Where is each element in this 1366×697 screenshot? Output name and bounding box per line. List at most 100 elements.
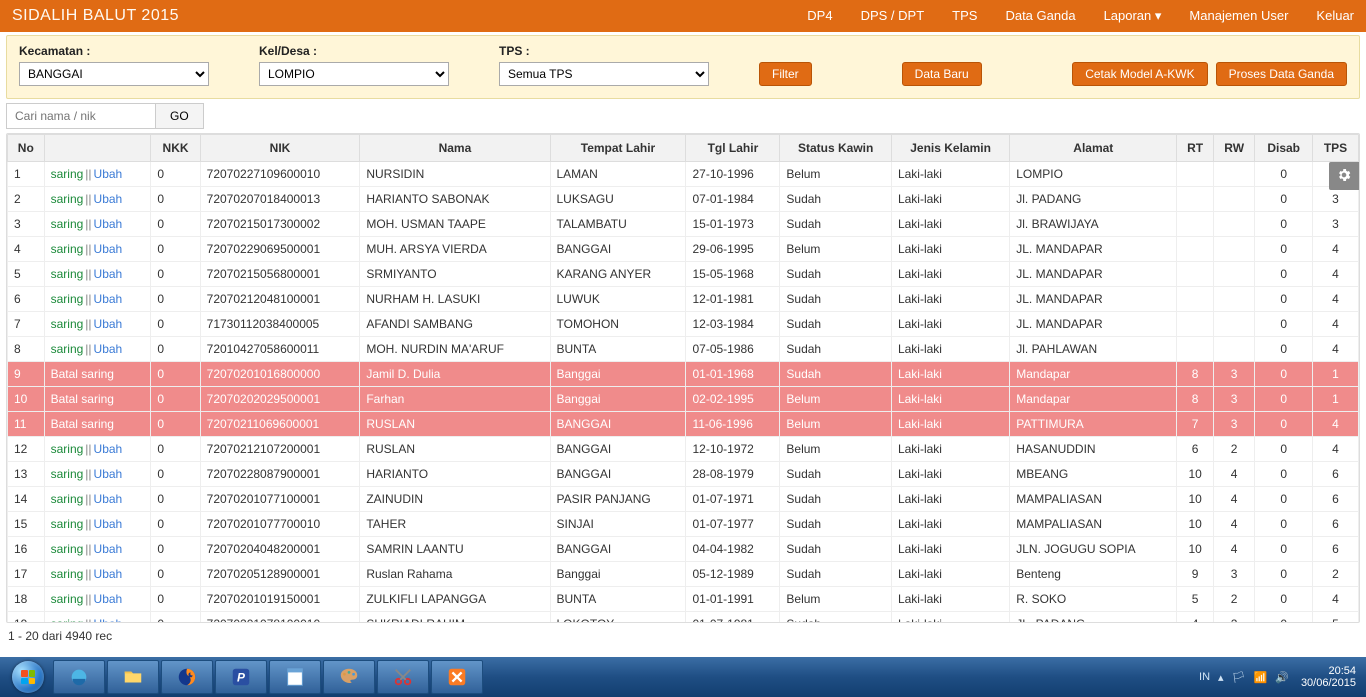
taskbar-paint[interactable] [323,660,375,694]
cell-rw [1213,187,1254,212]
taskbar-firefox[interactable] [161,660,213,694]
start-button[interactable] [4,657,52,697]
speaker-icon[interactable]: 🔊 [1275,671,1289,684]
ubah-link[interactable]: Ubah [94,592,123,606]
network-icon[interactable]: 📶 [1254,671,1268,684]
nav-laporan[interactable]: Laporan ▾ [1104,8,1162,24]
cell-nik: 72070201077100001 [200,487,360,512]
saring-link[interactable]: saring [51,592,84,606]
saring-link[interactable]: saring [51,217,84,231]
batal-saring-link[interactable]: Batal saring [51,417,114,431]
batal-saring-link[interactable]: Batal saring [51,392,114,406]
cell-disab: 0 [1255,262,1313,287]
filter-button[interactable]: Filter [759,62,812,86]
search-go-button[interactable]: GO [155,103,204,129]
saring-link[interactable]: saring [51,442,84,456]
ubah-link[interactable]: Ubah [94,217,123,231]
ubah-link[interactable]: Ubah [94,342,123,356]
saring-link[interactable]: saring [51,292,84,306]
col-header: NIK [200,135,360,162]
saring-link[interactable]: saring [51,317,84,331]
flag-icon[interactable]: 🏳 [1232,671,1246,684]
tray-up-icon[interactable]: ▴ [1218,671,1224,684]
ubah-link[interactable]: Ubah [94,467,123,481]
table-row: 6saring||Ubah072070212048100001NURHAM H.… [8,287,1359,312]
nav-manajemen-user[interactable]: Manajemen User [1189,8,1288,24]
batal-saring-link[interactable]: Batal saring [51,367,114,381]
cell-rt: 9 [1177,562,1214,587]
clock-time: 20:54 [1301,665,1356,677]
search-input[interactable] [6,103,156,129]
ubah-link[interactable]: Ubah [94,167,123,181]
ubah-link[interactable]: Ubah [94,567,123,581]
saring-link[interactable]: saring [51,242,84,256]
table-row: 15saring||Ubah072070201077700010TAHERSIN… [8,512,1359,537]
cell-rw [1213,262,1254,287]
cell-actions: saring||Ubah [44,337,151,362]
tray-icons[interactable]: IN ▴ 🏳 📶 🔊 [1199,671,1289,684]
ubah-link[interactable]: Ubah [94,442,123,456]
ubah-link[interactable]: Ubah [94,192,123,206]
nav-dps-dpt[interactable]: DPS / DPT [861,8,925,24]
cell-alamat: JL. PADANG [1010,612,1177,624]
data-baru-button[interactable]: Data Baru [902,62,982,86]
cell-no: 17 [8,562,45,587]
ubah-link[interactable]: Ubah [94,492,123,506]
lang-indicator[interactable]: IN [1199,671,1210,683]
ubah-link[interactable]: Ubah [94,292,123,306]
kecamatan-select[interactable]: BANGGAI [19,62,209,86]
saring-link[interactable]: saring [51,492,84,506]
nav-keluar[interactable]: Keluar [1316,8,1354,24]
tps-select[interactable]: Semua TPS [499,62,709,86]
taskbar-explorer[interactable] [107,660,159,694]
taskbar-word[interactable] [269,660,321,694]
cell-tempat: BANGGAI [550,462,686,487]
saring-link[interactable]: saring [51,567,84,581]
cell-jk: Laki-laki [891,362,1009,387]
cell-nik: 72070215056800001 [200,262,360,287]
saring-link[interactable]: saring [51,542,84,556]
saring-link[interactable]: saring [51,192,84,206]
cell-kawin: Belum [780,437,892,462]
table-head: NoNKKNIKNamaTempat LahirTgl LahirStatus … [8,135,1359,162]
cell-nama: RUSLAN [360,412,550,437]
cetak-model-button[interactable]: Cetak Model A-KWK [1072,62,1207,86]
cell-rw [1213,212,1254,237]
ubah-link[interactable]: Ubah [94,242,123,256]
saring-link[interactable]: saring [51,617,84,623]
nav-data-ganda[interactable]: Data Ganda [1005,8,1075,24]
saring-link[interactable]: saring [51,167,84,181]
cell-tgl: 12-03-1984 [686,312,780,337]
taskbar-ie[interactable] [53,660,105,694]
saring-link[interactable]: saring [51,517,84,531]
cell-alamat: HASANUDDIN [1010,437,1177,462]
taskbar-xampp[interactable] [431,660,483,694]
cell-alamat: PATTIMURA [1010,412,1177,437]
ubah-link[interactable]: Ubah [94,617,123,623]
cell-nik: 72070215017300002 [200,212,360,237]
ubah-link[interactable]: Ubah [94,267,123,281]
cell-nkk: 0 [151,562,200,587]
saring-link[interactable]: saring [51,342,84,356]
table-settings-button[interactable] [1329,162,1359,190]
ubah-link[interactable]: Ubah [94,517,123,531]
taskbar-clock[interactable]: 20:54 30/06/2015 [1301,665,1356,689]
nav-tps[interactable]: TPS [952,8,977,24]
saring-link[interactable]: saring [51,467,84,481]
saring-link[interactable]: saring [51,267,84,281]
ubah-link[interactable]: Ubah [94,317,123,331]
taskbar-snip[interactable] [377,660,429,694]
cell-nik: 72070205128900001 [200,562,360,587]
cell-tgl: 29-06-1995 [686,237,780,262]
taskbar-app-p[interactable]: P [215,660,267,694]
cell-alamat: Jl. BRAWIJAYA [1010,212,1177,237]
cell-disab: 0 [1255,537,1313,562]
proses-data-ganda-button[interactable]: Proses Data Ganda [1216,62,1347,86]
cell-nkk: 0 [151,287,200,312]
col-header: Nama [360,135,550,162]
nav-dp4[interactable]: DP4 [807,8,832,24]
ubah-link[interactable]: Ubah [94,542,123,556]
cell-tps: 4 [1313,312,1359,337]
keldesa-select[interactable]: LOMPIO [259,62,449,86]
cell-no: 12 [8,437,45,462]
